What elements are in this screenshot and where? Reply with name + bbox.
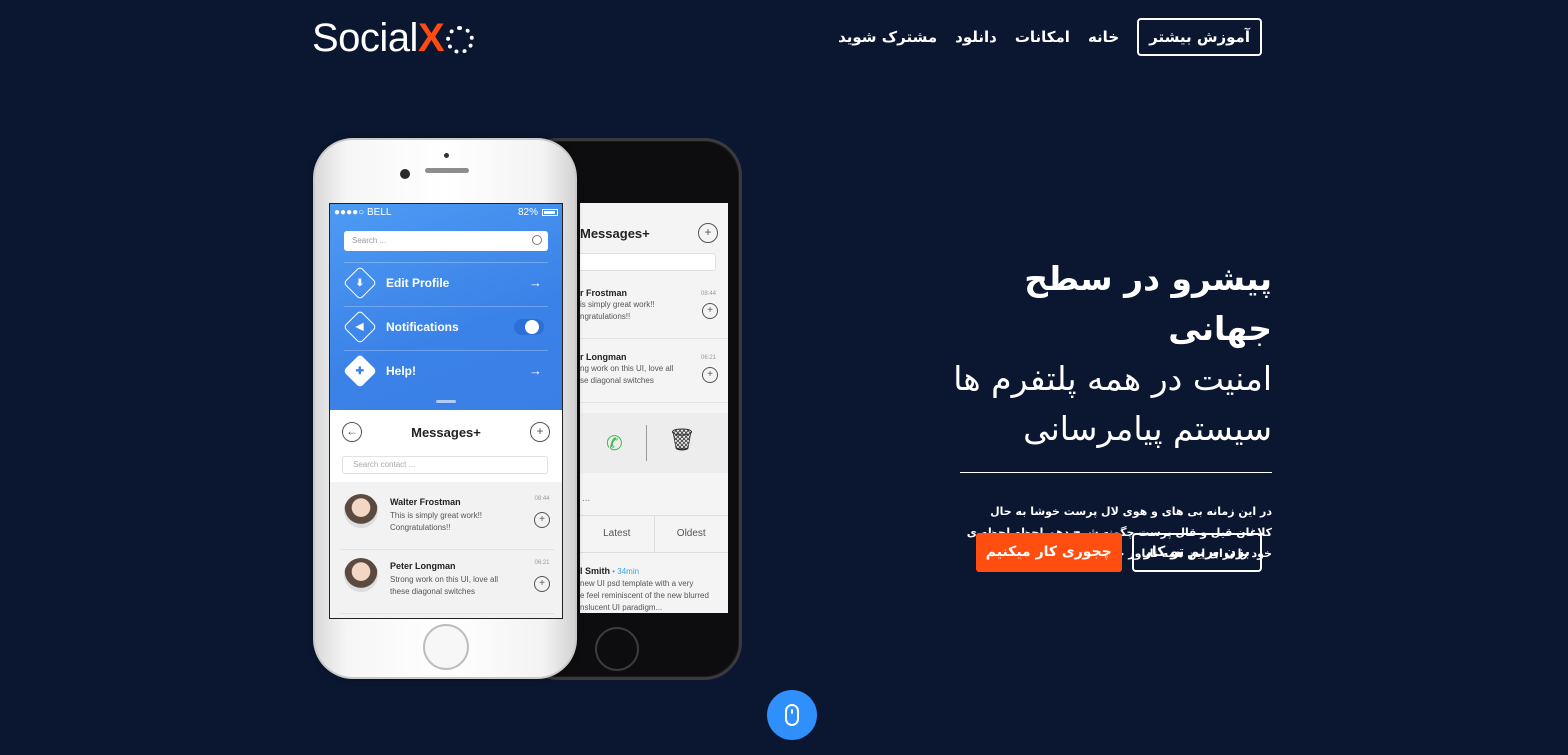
notifications-toggle [514,318,544,335]
contact-search-field: Search contact ... [342,456,548,474]
back-message-time: 08:44 [700,291,716,297]
back-arrow-icon: ← [342,422,362,442]
front-speaker [425,168,469,173]
front-phone-screen: ●●●●○ BELL 82% Search ... ⬇ Edit Profile… [329,203,563,619]
add-icon: + [530,422,550,442]
back-post-name: l Smith [580,566,611,576]
back-swipe-actions: ✆ 🗑 [580,413,728,473]
arrow-right-icon: → [529,363,542,378]
swipe-divider [646,425,647,461]
battery-icon [542,208,558,216]
message-item: Walter Frostman This is simply great wor… [340,488,554,550]
front-home-button [423,624,469,670]
message-line1: This is simply great work!! [390,511,483,520]
back-message-add-icon: + [702,303,718,319]
hero-title-line1: پیشرو در سطح جهانی [1024,259,1272,348]
logo-x: X [417,16,445,60]
download-icon: ⬇ [343,265,377,300]
back-message-item: r Longman ng work on this UI, love all s… [580,343,728,403]
status-battery-text: 82% [517,206,538,218]
back-messages-header: Messages+ + [580,217,728,249]
how-it-works-button[interactable]: چجوری کار میکنیم [975,533,1122,572]
search-icon [532,235,542,245]
message-line1: Strong work on this UI, love all [390,575,499,584]
hero-section: پیشرو در سطح جهانی امنیت در همه پلتفرم ه… [952,254,1272,564]
get-started-button[interactable]: بزن بریم تو کار [1131,533,1262,572]
megaphone-icon: ◀ [343,309,377,344]
mouse-icon [785,704,799,726]
cta-buttons: بزن بریم تو کار چجوری کار میکنیم [975,533,1262,572]
hero-title-line2: امنیت در همه پلتفرم ها [953,359,1272,398]
hero-divider [960,472,1272,473]
menu-item-help: ✚ Help! → [343,350,548,390]
back-post: l Smith • 34min new UI psd template with… [580,555,728,613]
back-post-line3: nslucent UI paradigm... [580,603,663,612]
app-search-placeholder: Search ... [352,236,387,245]
logo-text: Social [312,16,418,60]
menu-label: Help! [386,363,416,378]
nav-subscribe[interactable]: مشترک شوید [838,28,937,46]
message-sender: Peter Longman [390,561,456,571]
message-time: 08:44 [534,496,550,502]
back-search-field [580,253,716,271]
back-phone-screen: Messages+ + r Frostman is simply great w… [580,203,728,613]
back-tab-latest: Latest [603,528,631,539]
menu-label: Edit Profile [386,275,450,290]
back-message-item: r Frostman is simply great work!! ngratu… [580,279,728,339]
nav-features[interactable]: امکانات [1015,28,1070,46]
menu-label: Notifications [386,319,459,334]
drag-handle [436,400,456,403]
logo[interactable]: Social X [312,14,475,62]
front-sensor [444,153,449,158]
back-tabs: Latest Oldest [580,515,728,553]
message-sender: Walter Frostman [390,497,461,507]
avatar [344,558,378,592]
back-home-button [595,627,639,671]
back-messages-title: Messages+ [580,225,650,241]
message-line2: Congratulations!! [390,523,451,532]
back-post-line2: e feel reminiscent of the new blurred [580,591,709,600]
messages-title: Messages+ [411,424,481,440]
learn-more-button[interactable]: آموزش بیشتر [1137,18,1262,56]
back-message-add-icon: + [702,367,718,383]
back-message-time: 06:21 [700,355,716,361]
back-post-line1: new UI psd template with a very [580,579,694,588]
avatar [344,494,378,528]
phone-front-image: ●●●●○ BELL 82% Search ... ⬇ Edit Profile… [313,138,577,679]
messages-header: ← Messages+ + [330,410,562,454]
hero-title-line3: سیستم پیامرسانی [1023,409,1272,448]
lifebuoy-icon: ✚ [343,353,377,388]
phone-call-icon: ✆ [606,433,623,455]
message-line2: these diagonal switches [390,587,475,596]
app-search-field: Search ... [344,231,548,251]
status-bar: ●●●●○ BELL 82% [330,204,562,220]
message-add-icon: + [534,576,550,592]
status-carrier: ●●●●○ BELL [334,206,392,218]
back-tab-oldest: Oldest [653,516,729,552]
message-add-icon: + [534,512,550,528]
arrow-right-icon: → [529,275,542,290]
menu-item-notifications: ◀ Notifications [343,306,548,346]
message-time: 06:21 [534,560,550,566]
message-list: Walter Frostman This is simply great wor… [330,482,562,618]
logo-o-icon [446,25,475,54]
main-nav: آموزش بیشتر خانه امکانات دانلود مشترک شو… [838,18,1262,56]
back-post-ago: • 34min [612,567,640,576]
app-menu-panel: ●●●●○ BELL 82% Search ... ⬇ Edit Profile… [330,204,562,410]
menu-item-edit-profile: ⬇ Edit Profile → [343,262,548,302]
trash-icon: 🗑 [668,427,696,452]
back-add-icon: + [698,223,718,243]
nav-download[interactable]: دانلود [955,28,997,46]
nav-home[interactable]: خانه [1088,28,1119,46]
message-item: Peter Longman Strong work on this UI, lo… [340,552,554,614]
front-camera-icon [400,169,410,179]
back-ellipsis: ... [582,493,591,504]
scroll-down-button[interactable] [767,690,817,740]
